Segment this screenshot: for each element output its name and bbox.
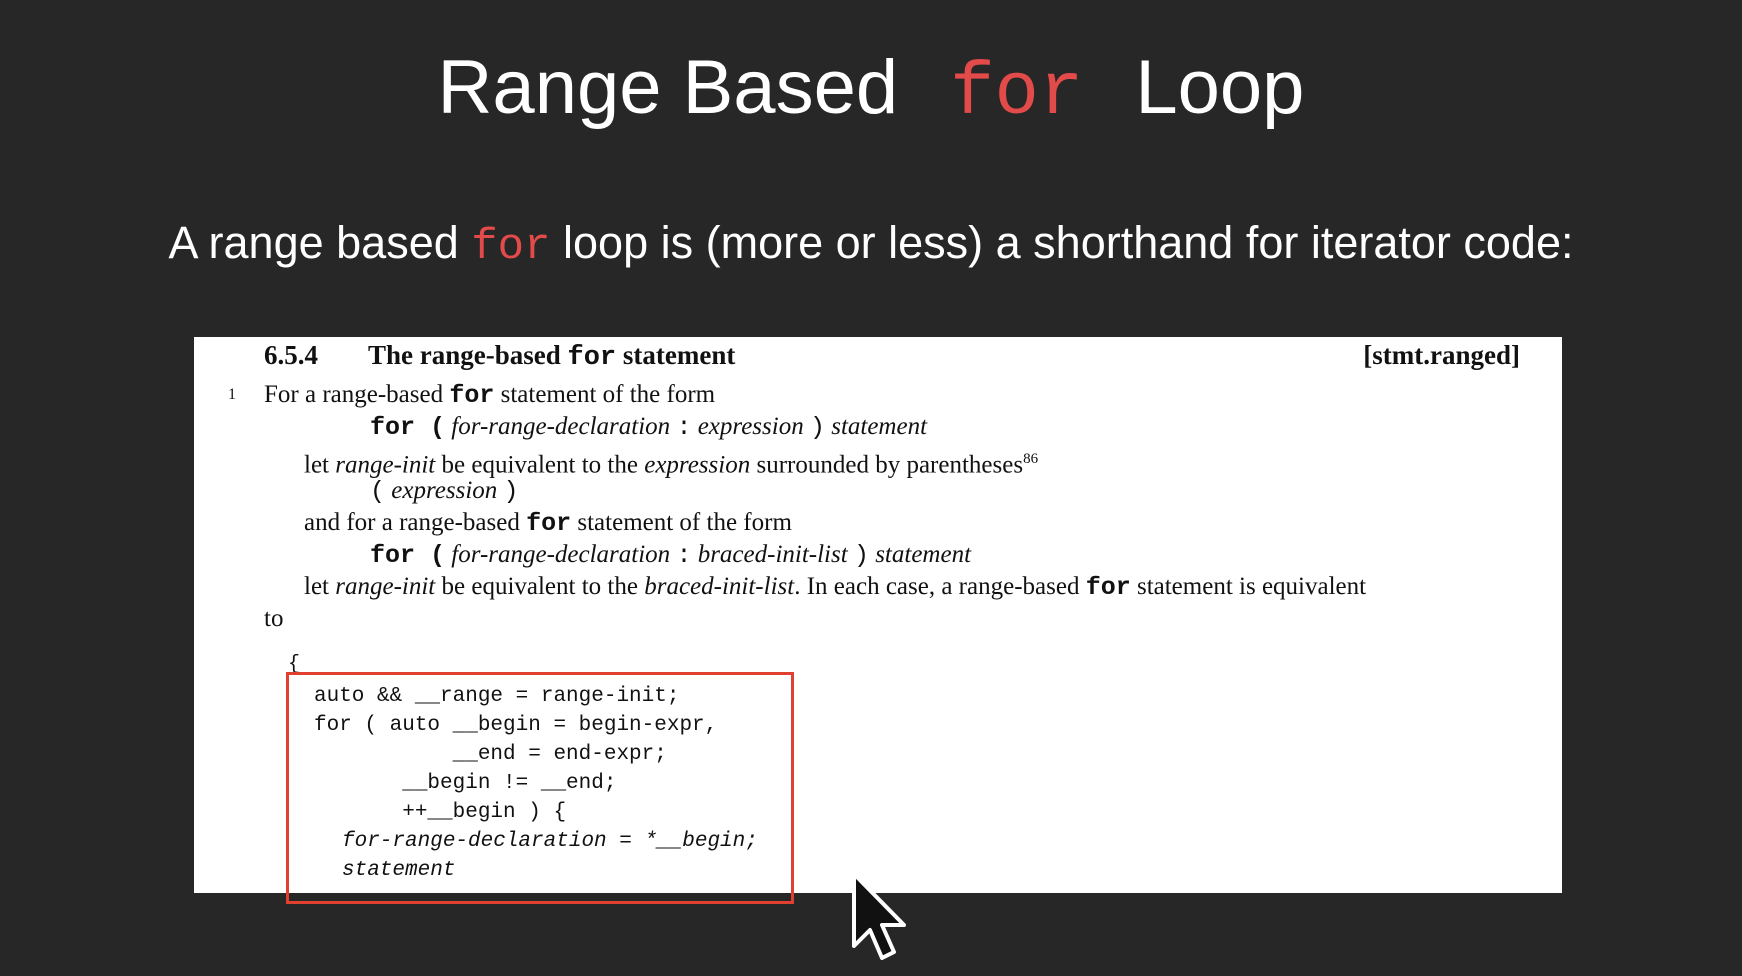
slide-subtitle: A range based for loop is (more or less)… (0, 208, 1742, 282)
title-text-start: Range Based (437, 45, 899, 130)
section-tag: [stmt.ranged] (1363, 340, 1520, 370)
doc-line-4: ( expression ) (370, 477, 519, 506)
doc-line-2: for ( for-range-declaration : expression… (370, 413, 928, 442)
subtitle-keyword-for: for (471, 222, 551, 272)
doc-line-1: For a range-based for statement of the f… (264, 381, 716, 410)
doc-line-7: let range-init be equivalent to the brac… (304, 573, 1367, 602)
mouse-cursor-icon (852, 872, 906, 960)
doc-line-6: for ( for-range-declaration : braced-ini… (370, 541, 972, 570)
highlight-box (286, 672, 794, 904)
title-keyword-for: for (950, 52, 1084, 136)
subtitle-text-end: loop is (more or less) a shorthand for i… (563, 217, 1574, 268)
title-text-end: Loop (1135, 45, 1305, 130)
paragraph-number: 1 (228, 386, 236, 403)
section-title: The range-based for statement (368, 340, 736, 373)
subtitle-text-start: A range based (168, 217, 459, 268)
slide-title: Range Based for Loop (0, 38, 1742, 144)
standard-excerpt: 6.5.4 The range-based for statement [stm… (194, 337, 1562, 904)
section-number: 6.5.4 (264, 340, 318, 370)
doc-line-5: and for a range-based for statement of t… (304, 509, 792, 538)
doc-line-8: to (264, 605, 284, 632)
